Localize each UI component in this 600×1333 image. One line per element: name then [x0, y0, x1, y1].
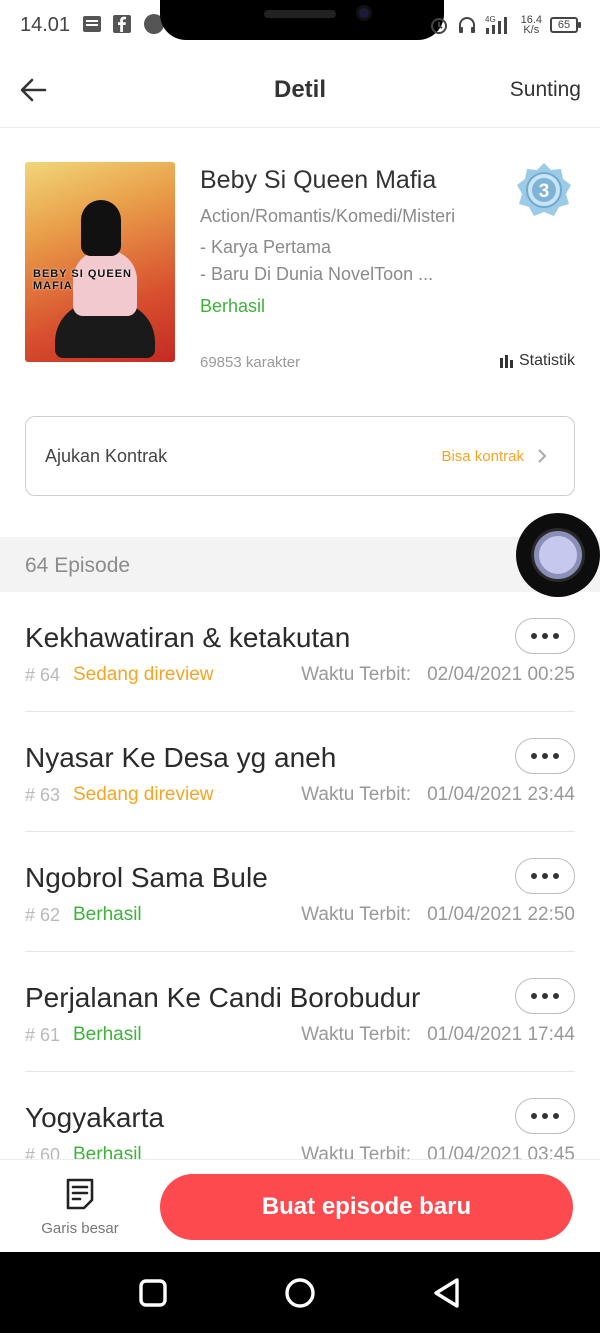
- episode-title: Perjalanan Ke Candi Borobudur: [25, 982, 421, 1013]
- assistive-touch-icon: [534, 531, 582, 579]
- outline-label: Garis besar: [41, 1220, 119, 1237]
- level-badge-icon[interactable]: 3: [516, 162, 572, 218]
- net-speed-unit: K/s: [523, 24, 540, 36]
- cover-title: BEBY SI QUEEN MAFIA: [33, 268, 132, 292]
- publish-time: 01/04/2021 03:45: [427, 1144, 575, 1159]
- document-icon: [66, 1178, 94, 1210]
- episode-row[interactable]: Perjalanan Ke Candi Borobudur # 61 Berha…: [25, 952, 575, 1072]
- edit-button[interactable]: Sunting: [510, 78, 581, 102]
- publish-time: 01/04/2021 22:50: [427, 904, 575, 925]
- status-icons: 4G 16.4 K/s 65: [429, 14, 581, 36]
- network-type: 4G: [485, 15, 496, 24]
- episode-row[interactable]: Ngobrol Sama Bule # 62 Berhasil Waktu Te…: [25, 832, 575, 952]
- episode-row[interactable]: Nyasar Ke Desa yg aneh # 63 Sedang direv…: [25, 712, 575, 832]
- publish-time: 02/04/2021 00:25: [427, 664, 575, 685]
- book-info: BEBY SI QUEEN MAFIA Beby Si Queen Mafia …: [25, 160, 575, 371]
- episode-count-bar: 64 Episode: [0, 537, 600, 592]
- book-title: Beby Si Queen Mafia: [200, 166, 437, 194]
- book-tag: - Karya Pertama: [200, 237, 332, 257]
- back-arrow-icon[interactable]: [18, 74, 50, 106]
- statistics-button[interactable]: Statistik: [499, 352, 575, 370]
- alarm-icon: [430, 18, 447, 34]
- episode-number: # 64: [25, 665, 61, 685]
- statistics-label: Statistik: [518, 352, 575, 369]
- episode-status: Berhasil: [73, 1144, 142, 1159]
- more-options-icon[interactable]: [515, 1098, 575, 1134]
- publish-time-label: Waktu Terbit:: [301, 904, 411, 925]
- status-bar: 14.01 4G 16.4 K/s 65: [0, 0, 600, 54]
- net-speed: 16.4 K/s: [521, 15, 542, 36]
- system-navigation-bar: [0, 1252, 600, 1333]
- cover-art-hair: [81, 200, 121, 256]
- home-icon[interactable]: [283, 1276, 317, 1310]
- speaker-grille: [264, 10, 336, 18]
- more-options-icon[interactable]: [515, 978, 575, 1014]
- episode-number: # 61: [25, 1025, 61, 1045]
- back-icon[interactable]: [430, 1276, 464, 1310]
- signal-icon: 4G: [485, 15, 507, 34]
- bar-chart-icon: [499, 355, 513, 368]
- more-options-icon[interactable]: [515, 738, 575, 774]
- create-episode-button[interactable]: Buat episode baru: [160, 1174, 573, 1240]
- app-header: Detil Sunting: [0, 54, 600, 128]
- publish-time: 01/04/2021 17:44: [427, 1024, 575, 1045]
- bottom-action-bar: Garis besar Buat episode baru: [0, 1159, 600, 1252]
- episode-row[interactable]: Kekhawatiran & ketakutan # 64 Sedang dir…: [25, 592, 575, 712]
- episode-status: Sedang direview: [73, 784, 214, 805]
- facebook-icon: [113, 15, 131, 33]
- publish-time-label: Waktu Terbit:: [301, 664, 411, 685]
- book-tag: - Baru Di Dunia NovelToon ...: [200, 264, 434, 284]
- headphones-icon: [458, 17, 475, 33]
- episode-count: 64 Episode: [25, 554, 131, 577]
- book-status: Berhasil: [200, 296, 266, 316]
- camera-notch: [160, 0, 444, 40]
- front-camera: [356, 5, 372, 21]
- publish-time-label: Waktu Terbit:: [301, 1144, 411, 1159]
- episode-title: Ngobrol Sama Bule: [25, 862, 268, 893]
- more-options-icon[interactable]: [515, 858, 575, 894]
- message-icon: [83, 16, 101, 32]
- episode-number: # 62: [25, 905, 61, 925]
- episode-title: Yogyakarta: [25, 1102, 165, 1133]
- publish-time-label: Waktu Terbit:: [301, 784, 411, 805]
- book-cover[interactable]: BEBY SI QUEEN MAFIA: [25, 162, 175, 362]
- recent-apps-icon[interactable]: [136, 1276, 170, 1310]
- episode-status: Berhasil: [73, 1024, 142, 1045]
- contract-card[interactable]: Ajukan Kontrak Bisa kontrak: [25, 416, 575, 496]
- contract-status: Bisa kontrak: [441, 448, 524, 465]
- status-time: 14.01: [20, 14, 71, 36]
- chevron-right-icon: [538, 449, 547, 463]
- level-number: 3: [539, 181, 550, 202]
- episode-number: # 60: [25, 1145, 61, 1159]
- character-count: 69853 karakter: [200, 354, 301, 371]
- battery-indicator: 65: [550, 17, 581, 33]
- episode-row[interactable]: Yogyakarta # 60 Berhasil Waktu Terbit: 0…: [25, 1072, 575, 1159]
- book-genres: Action/Romantis/Komedi/Misteri: [200, 206, 456, 226]
- episode-title: Nyasar Ke Desa yg aneh: [25, 742, 337, 773]
- contract-label: Ajukan Kontrak: [45, 446, 168, 466]
- more-options-icon[interactable]: [515, 618, 575, 654]
- episode-title: Kekhawatiran & ketakutan: [25, 622, 351, 653]
- outline-button[interactable]: Garis besar: [30, 1176, 130, 1237]
- publish-time: 01/04/2021 23:44: [427, 784, 575, 805]
- episode-status: Berhasil: [73, 904, 142, 925]
- publish-time-label: Waktu Terbit:: [301, 1024, 411, 1045]
- episode-status: Sedang direview: [73, 664, 214, 685]
- assistive-touch-button[interactable]: [516, 513, 600, 597]
- episode-list[interactable]: Kekhawatiran & ketakutan # 64 Sedang dir…: [0, 592, 600, 1159]
- episode-number: # 63: [25, 785, 61, 805]
